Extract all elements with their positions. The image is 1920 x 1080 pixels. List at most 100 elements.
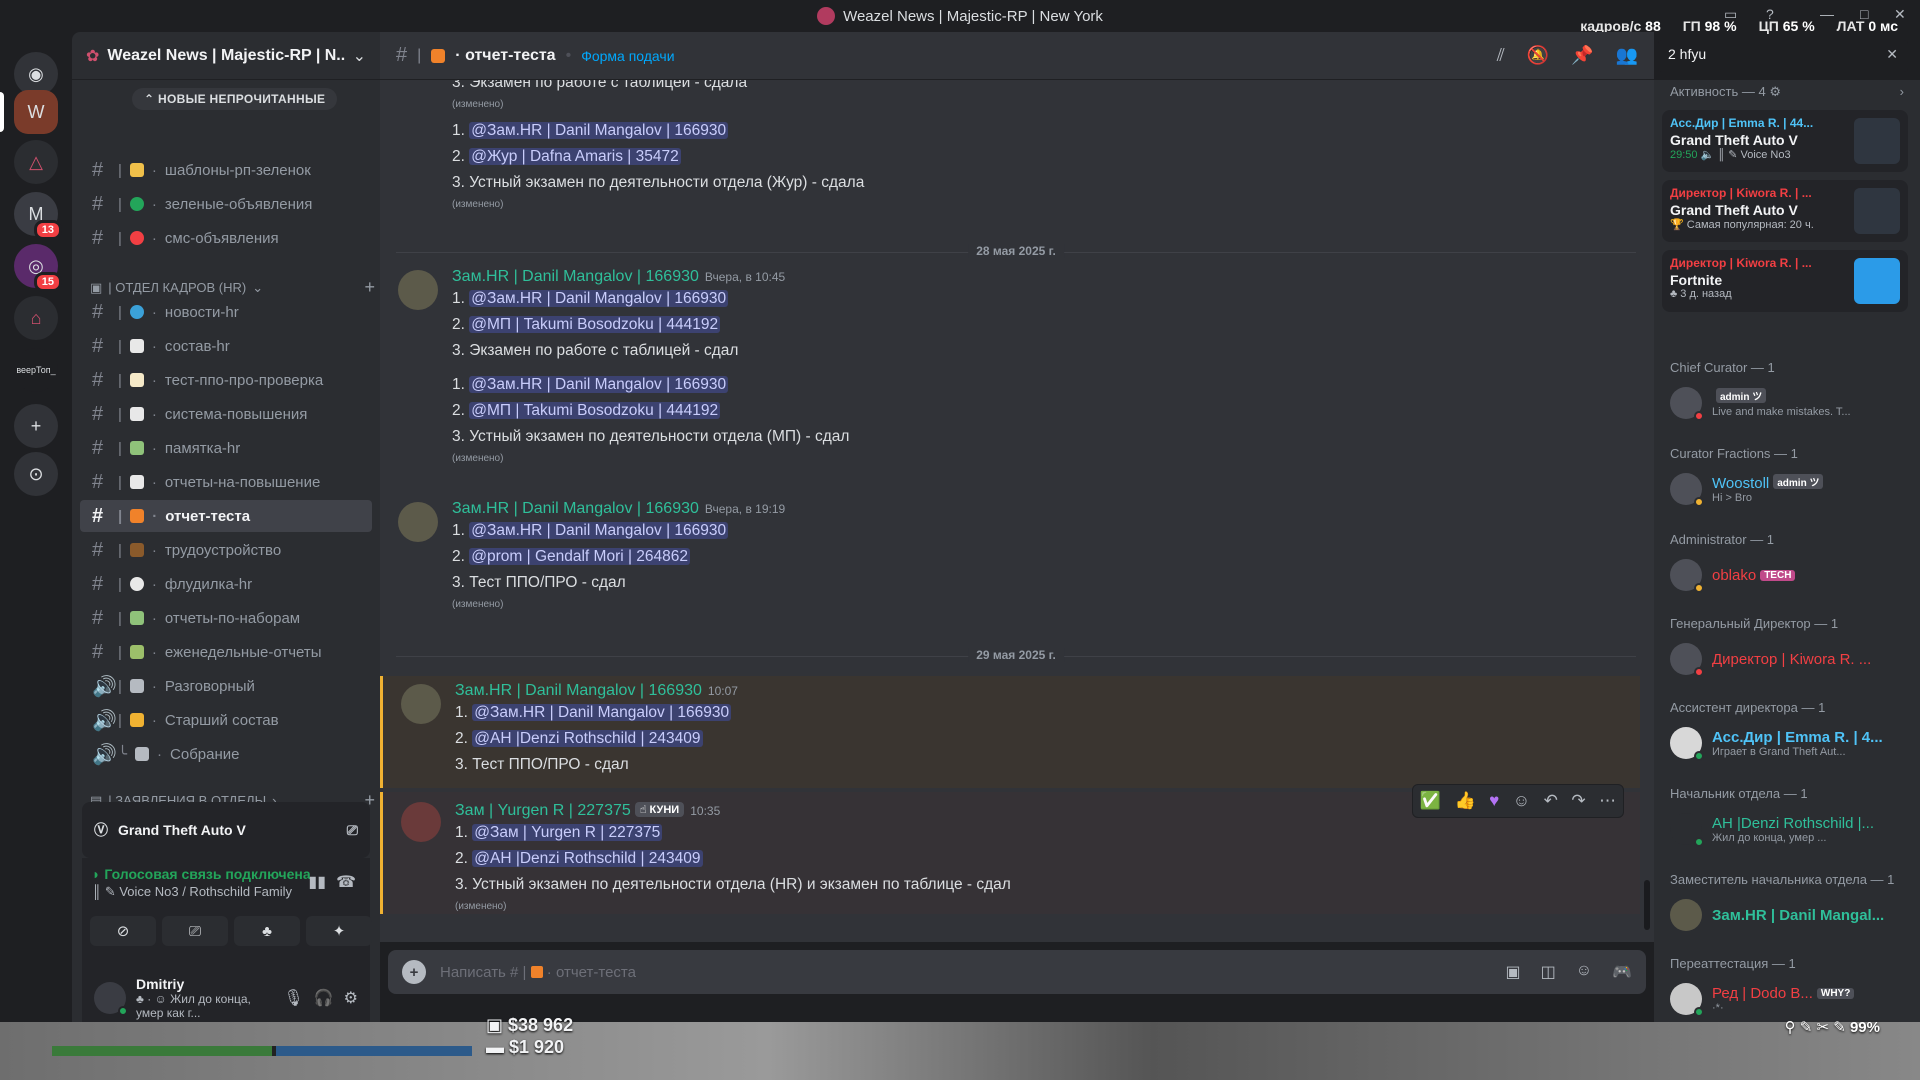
activity-button[interactable]: ♣	[234, 916, 300, 946]
member-item[interactable]: Директор | Kiwora R. ...	[1662, 636, 1908, 682]
server-header[interactable]: ✿ Weazel News | Majestic-RP | N... ⌄	[72, 32, 380, 80]
avatar[interactable]	[398, 270, 438, 310]
message-composer[interactable]: + Написать # | · отчет-теста ▣ ◫ ☺ 🎮	[388, 950, 1646, 994]
clear-search-icon[interactable]: ✕	[1886, 46, 1898, 63]
channel-news-hr[interactable]: # | · новости-hr	[80, 296, 372, 328]
microphone-icon[interactable]: 🎙	[283, 988, 303, 1008]
soundboard-icon[interactable]: ▮▮	[308, 872, 326, 892]
avatar	[1670, 899, 1702, 931]
screen-share-button[interactable]: ⎚	[162, 916, 228, 946]
activity-card-member[interactable]: Директор | Kiwora R. | ... Grand Theft A…	[1662, 180, 1908, 242]
message-author[interactable]: Зам.HR | Danil Mangalov | 166930	[452, 268, 699, 285]
headphones-icon[interactable]: 🎧	[314, 988, 334, 1008]
avatar[interactable]	[401, 684, 441, 724]
member-item[interactable]: Woostoll admin ツ Hi > Bro	[1662, 466, 1908, 512]
user-mention[interactable]: @Зам.HR | Danil Mangalov | 166930	[469, 290, 729, 307]
server-majestic-icon[interactable]: M 13	[14, 192, 62, 240]
user-mention[interactable]: @Зам.HR | Danil Mangalov | 166930	[469, 122, 729, 139]
user-mention[interactable]: @Зам.HR | Danil Mangalov | 166930	[469, 376, 729, 393]
channel-promotion-system[interactable]: # | · система-повышения	[80, 398, 372, 430]
channel-weekly-reports[interactable]: # | · еженедельные-отчеты	[80, 636, 372, 668]
activity-card-member[interactable]: Директор | Kiwora R. | ... Fortnite ♣ 3 …	[1662, 250, 1908, 312]
inbox-icon[interactable]: ▭	[1724, 6, 1737, 23]
voice-channel-senior[interactable]: 🔊 | · Старший состав	[80, 704, 372, 736]
gear-icon[interactable]: ⚙	[344, 988, 358, 1008]
server-pink-icon[interactable]: ◎ 15	[14, 244, 62, 292]
activity-card[interactable]: Ⓥ Grand Theft Auto V ⎚	[82, 802, 370, 858]
add-server-icon[interactable]: +	[14, 404, 58, 448]
voice-channel-meeting[interactable]: 🔊 ╰ · Собрание	[80, 738, 372, 770]
user-mention[interactable]: @Зам.HR | Danil Mangalov | 166930	[469, 522, 729, 539]
server-store-icon[interactable]: ⌂	[14, 296, 58, 340]
search-input[interactable]: 2 hfyu ✕	[1658, 40, 1908, 72]
message-author[interactable]: Зам.HR | Danil Mangalov | 166930	[452, 500, 699, 517]
channel-employment[interactable]: # | · трудоустройство	[80, 534, 372, 566]
member-list-icon[interactable]: 👥	[1616, 45, 1638, 66]
gif-icon[interactable]: ▣	[1505, 962, 1520, 982]
channel-flood-hr[interactable]: # | · флудилка-hr	[80, 568, 372, 600]
member-item[interactable]: oblako TECH	[1662, 552, 1908, 598]
member-item[interactable]: Зам.HR | Danil Mangal...	[1662, 892, 1908, 938]
stream-icon[interactable]: ⎚	[347, 822, 358, 839]
emoji-icon[interactable]: ☺	[1576, 962, 1592, 982]
user-mention[interactable]: @prom | Gendalf Mori | 264862	[469, 548, 691, 565]
category-hr[interactable]: ▣ | ОТДЕЛ КАДРОВ (HR) ⌄ +	[90, 277, 375, 298]
channel-sms-ads[interactable]: # | · смс-объявления	[80, 222, 372, 254]
member-item[interactable]: Асс.Дир | Emma R. | 4... Играет в Grand T…	[1662, 720, 1908, 766]
channel-topic-link[interactable]: Форма подачи	[581, 48, 674, 64]
server-text-icon[interactable]: веерТоп_	[14, 348, 58, 392]
more-options-icon[interactable]: ⋯	[1599, 791, 1616, 811]
member-item[interactable]: АН |Denzi Rothschild |... Жил до конца, у…	[1662, 806, 1908, 852]
channel-green-ads[interactable]: # | · зеленые-объявления	[80, 188, 372, 220]
channel-staff-hr[interactable]: # | · состав-hr	[80, 330, 372, 362]
explore-icon[interactable]: ⊙	[14, 452, 58, 496]
voice-channel-talk[interactable]: 🔊 | · Разговорный	[80, 670, 372, 702]
user-mention[interactable]: @Жур | Dafna Amaris | 35472	[469, 148, 681, 165]
avatar[interactable]	[398, 502, 438, 542]
heart-reaction-icon[interactable]: ♥	[1489, 791, 1499, 811]
scrollbar-thumb[interactable]	[1644, 880, 1650, 930]
threads-icon[interactable]: ⫽	[1497, 45, 1505, 66]
new-unread-pill[interactable]: ⌃ НОВЫЕ НЕПРОЧИТАННЫЕ	[132, 88, 338, 110]
chevron-right-icon[interactable]: ›	[1900, 84, 1904, 99]
member-item[interactable]: admin ツ Live and make mistakes. T...	[1662, 380, 1908, 426]
notifications-off-icon[interactable]: 🔕	[1527, 45, 1549, 66]
add-channel-icon[interactable]: +	[364, 277, 375, 298]
close-icon[interactable]: ✕	[1894, 6, 1906, 23]
check-reaction-icon[interactable]: ✅	[1420, 791, 1441, 811]
soundboard-button[interactable]: ✦	[306, 916, 372, 946]
channel-test-check[interactable]: # | · тест-ппо-про-проверка	[80, 364, 372, 396]
server-triangle-icon[interactable]: △	[14, 140, 58, 184]
minimize-icon[interactable]: —	[1820, 6, 1834, 22]
server-weazel-icon[interactable]: W	[14, 90, 58, 134]
maximize-icon[interactable]: □	[1860, 6, 1868, 22]
avatar[interactable]	[401, 802, 441, 842]
forward-icon[interactable]: ↷	[1571, 791, 1585, 811]
channel-recruit-reports[interactable]: # | · отчеты-по-наборам	[80, 602, 372, 634]
channel-test-report[interactable]: # | · отчет-теста	[80, 500, 372, 532]
channel-promotion-reports[interactable]: # | · отчеты-на-повышение	[80, 466, 372, 498]
camera-off-button[interactable]: ⊘	[90, 916, 156, 946]
channel-templates[interactable]: # | · шаблоны-рп-зеленок	[80, 154, 372, 186]
game-controller-icon[interactable]: 🎮	[1612, 962, 1632, 982]
add-attachment-icon[interactable]: +	[402, 960, 426, 984]
message-author[interactable]: Зам | Yurgen R | 227375	[455, 802, 631, 819]
add-reaction-icon[interactable]: ☺	[1513, 791, 1530, 811]
user-mention[interactable]: @МП | Takumi Bosodzoku | 444192	[469, 402, 721, 419]
user-mention[interactable]: @АН |Denzi Rothschild | 243409	[472, 730, 703, 747]
reply-icon[interactable]: ↶	[1544, 791, 1558, 811]
user-mention[interactable]: @Зам.HR | Danil Mangalov | 166930	[472, 704, 732, 721]
help-icon[interactable]: ?	[1766, 6, 1774, 22]
message-author[interactable]: Зам.HR | Danil Mangalov | 166930	[455, 682, 702, 699]
disconnect-icon[interactable]: ☎	[336, 872, 356, 892]
user-mention[interactable]: @МП | Takumi Bosodzoku | 444192	[469, 316, 721, 333]
pin-icon[interactable]: 📌	[1571, 45, 1593, 66]
user-mention[interactable]: @АН |Denzi Rothschild | 243409	[472, 850, 703, 867]
member-item[interactable]: Ред | Dodo B... WHY? ·*·	[1662, 976, 1908, 1022]
sticker-icon[interactable]: ◫	[1541, 962, 1556, 982]
thumbs-up-reaction-icon[interactable]: 👍	[1454, 791, 1475, 811]
activity-card-member[interactable]: Асс.Дир | Emma R. | 44... Grand Theft Au…	[1662, 110, 1908, 172]
user-mention[interactable]: @Зам | Yurgen R | 227375	[472, 824, 663, 841]
channel-memo-hr[interactable]: # | · памятка-hr	[80, 432, 372, 464]
avatar[interactable]	[94, 982, 128, 1016]
